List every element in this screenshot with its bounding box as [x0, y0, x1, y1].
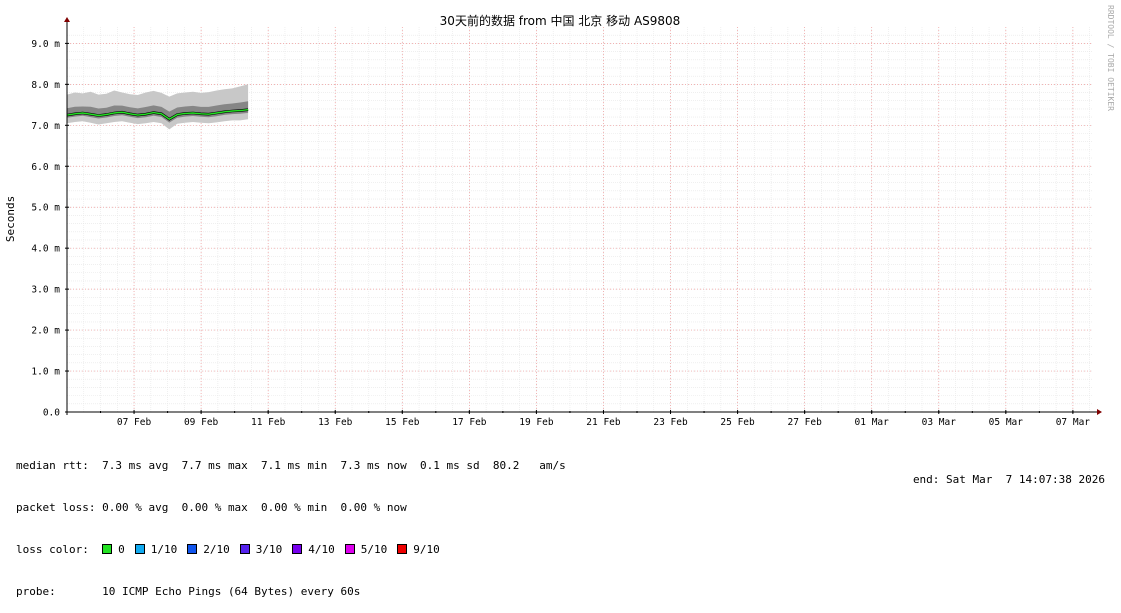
y-tick-label: 9.0 m	[31, 39, 60, 50]
loss-color-item: 3/10	[239, 543, 283, 556]
y-tick-label: 4.0 m	[31, 244, 60, 255]
x-tick-label: 25 Feb	[720, 417, 755, 428]
x-axis-arrow	[1097, 409, 1102, 415]
loss-color-swatch	[187, 544, 198, 554]
x-tick-label: 09 Feb	[184, 417, 219, 428]
plot-area	[66, 84, 249, 130]
loss-color-label-text: 9/10	[413, 543, 440, 556]
x-tick-label: 13 Feb	[318, 417, 353, 428]
loss-color-swatch	[239, 544, 250, 554]
y-axis-label: Seconds	[4, 196, 17, 242]
loss-color-label-text: 0	[118, 543, 125, 556]
loss-color-swatch	[134, 544, 145, 554]
loss-color-swatch	[344, 544, 355, 554]
loss-color-label-text: 1/10	[150, 543, 178, 556]
packet-loss-row: packet loss: 0.00 % avg 0.00 % max 0.00 …	[16, 501, 566, 515]
loss-color-item: 5/10	[344, 543, 388, 556]
x-tick-label: 27 Feb	[787, 417, 822, 428]
loss-color-label: loss color:	[16, 543, 89, 556]
loss-color-label-text: 3/10	[255, 543, 283, 556]
rrdtool-credit: RRDTOOL / TOBI OETIKER	[1106, 5, 1115, 111]
loss-color-label-text: 5/10	[360, 543, 388, 556]
loss-color-item: 1/10	[134, 543, 178, 556]
probe-value: 10 ICMP Echo Pings (64 Bytes) every 60s	[102, 585, 361, 598]
y-axis-arrow	[64, 17, 70, 22]
loss-color-swatch	[397, 544, 408, 554]
loss-color-label-text: 2/10	[203, 543, 230, 556]
y-tick-label: 2.0 m	[31, 326, 60, 337]
chart-grid	[66, 27, 1093, 413]
y-tick-label: 8.0 m	[31, 80, 60, 91]
y-tick-label: 1.0 m	[31, 367, 60, 378]
loss-color-row: loss color: 0 1/10 2/10 3/10 4/10 5/10 9/10	[16, 543, 566, 557]
y-tick-label: 7.0 m	[31, 121, 60, 132]
latency-chart: 30天前的数据 from 中国 北京 移动 AS9808 Seconds RRD…	[4, 5, 1115, 428]
probe-row: probe: 10 ICMP Echo Pings (64 Bytes) eve…	[16, 585, 566, 599]
loss-color-item: 4/10	[292, 543, 335, 556]
y-tick-label: 5.0 m	[31, 203, 60, 214]
packet-loss-label: packet loss:	[16, 501, 96, 514]
x-tick-label: 21 Feb	[586, 417, 621, 428]
loss-color-item: 9/10	[397, 543, 440, 556]
loss-color-item: 0	[102, 543, 125, 556]
x-tick-label: 05 Mar	[989, 417, 1024, 428]
median-rtt-values: 7.3 ms avg 7.7 ms max 7.1 ms min 7.3 ms …	[102, 459, 566, 472]
x-tick-label: 15 Feb	[385, 417, 420, 428]
loss-color-item: 2/10	[187, 543, 230, 556]
x-tick-label: 01 Mar	[855, 417, 890, 428]
x-tick-label: 17 Feb	[452, 417, 487, 428]
loss-color-swatch	[102, 544, 113, 554]
chart-title: 30天前的数据 from 中国 北京 移动 AS9808	[440, 13, 681, 28]
x-tick-label: 11 Feb	[251, 417, 286, 428]
x-tick-label: 07 Feb	[117, 417, 152, 428]
median-rtt-label: median rtt:	[16, 459, 89, 472]
y-axis-ticks: 0.0 1.0 m 2.0 m 3.0 m 4.0 m 5.0 m 6.0 m 7.0 m 8.…	[31, 39, 69, 419]
y-tick-label: 3.0 m	[31, 285, 60, 296]
y-tick-label: 0.0	[43, 408, 60, 419]
loss-color-legend: 0 1/10 2/10 3/10 4/10 5/10 9/10	[102, 543, 450, 556]
median-rtt-row: median rtt: 7.3 ms avg 7.7 ms max 7.1 ms…	[16, 459, 566, 473]
x-axis-ticks: 07 Feb 09 Feb 11 Feb 13 Feb 15 Feb 17 Feb 19 F…	[100, 410, 1091, 428]
x-tick-label: 07 Mar	[1056, 417, 1091, 428]
y-tick-label: 6.0 m	[31, 162, 60, 173]
loss-color-swatch	[292, 544, 303, 554]
packet-loss-values: 0.00 % avg 0.00 % max 0.00 % min 0.00 % …	[102, 501, 407, 514]
x-tick-label: 19 Feb	[519, 417, 554, 428]
end-timestamp: end: Sat Mar 7 14:07:38 2026	[912, 473, 1105, 486]
x-tick-label: 03 Mar	[922, 417, 957, 428]
loss-color-label-text: 4/10	[308, 543, 335, 556]
stats-panel: median rtt: 7.3 ms avg 7.7 ms max 7.1 ms…	[16, 431, 566, 613]
x-tick-label: 23 Feb	[653, 417, 688, 428]
chart-axes	[64, 17, 1102, 415]
probe-label: probe:	[16, 585, 56, 598]
